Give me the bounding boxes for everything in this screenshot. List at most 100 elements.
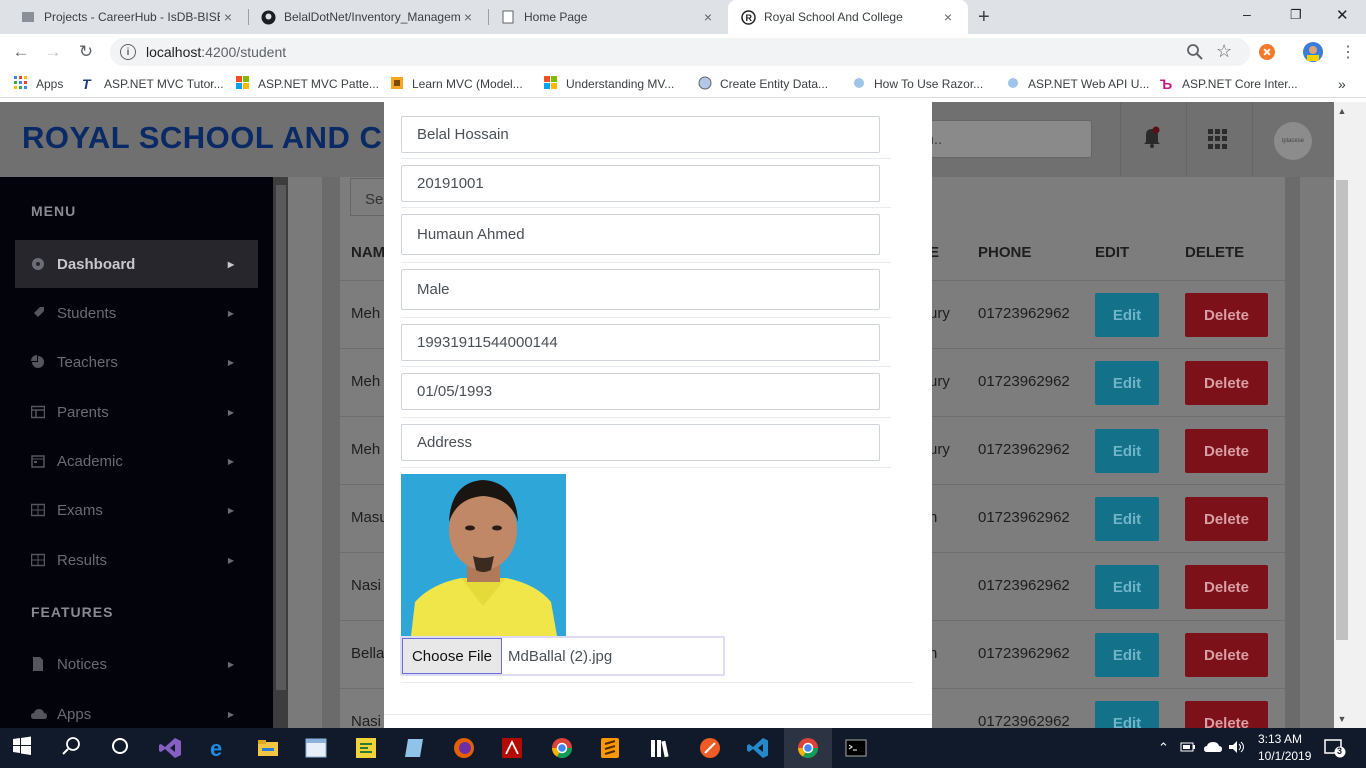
minimize-button[interactable]: – bbox=[1243, 6, 1251, 22]
scroll-up-icon[interactable]: ▲ bbox=[1336, 106, 1348, 116]
bell-icon[interactable] bbox=[1142, 126, 1162, 148]
edit-button[interactable]: Edit bbox=[1095, 293, 1159, 337]
visual-studio-icon[interactable] bbox=[158, 736, 182, 760]
sidebar-item-teachers[interactable]: Teachers ▶ bbox=[15, 338, 258, 386]
scroll-down-icon[interactable]: ▼ bbox=[1336, 714, 1348, 724]
sublime-text-icon[interactable] bbox=[598, 736, 622, 760]
close-icon[interactable]: × bbox=[940, 9, 956, 25]
app-title[interactable]: ROYAL SCHOOL AND C bbox=[22, 120, 382, 156]
forward-arrow-icon[interactable]: → bbox=[42, 41, 64, 63]
choose-file-button[interactable]: Choose File bbox=[402, 638, 502, 674]
bookmark-item[interactable]: Ъ ASP.NET Core Inter... bbox=[1160, 76, 1298, 92]
bookmark-item[interactable]: T ASP.NET MVC Tutor... bbox=[82, 76, 224, 92]
scrollbar-thumb[interactable] bbox=[1336, 180, 1348, 640]
maximize-button[interactable]: ❐ bbox=[1290, 7, 1302, 23]
volume-icon[interactable] bbox=[1228, 740, 1246, 757]
reload-icon[interactable]: ↻ bbox=[75, 41, 97, 63]
sidebar-item-results[interactable]: Results ▶ bbox=[15, 536, 258, 584]
sidebar-item-apps[interactable]: Apps ▶ bbox=[15, 690, 258, 728]
firefox-icon[interactable] bbox=[452, 736, 476, 760]
edit-button[interactable]: Edit bbox=[1095, 361, 1159, 405]
address-field[interactable]: Address bbox=[401, 424, 880, 461]
sidebar-item-academic[interactable]: Academic ▶ bbox=[15, 437, 258, 485]
father-name-field[interactable]: Humaun Ahmed bbox=[401, 214, 880, 255]
chrome-icon[interactable] bbox=[796, 736, 820, 760]
postman-icon[interactable] bbox=[698, 736, 722, 760]
file-upload[interactable]: Choose File MdBallal (2).jpg bbox=[400, 636, 725, 676]
file-explorer-icon[interactable] bbox=[256, 736, 280, 760]
bookmark-item[interactable]: ASP.NET Web API U... bbox=[1006, 76, 1149, 92]
scrollbar-thumb[interactable] bbox=[276, 185, 286, 690]
gender-field[interactable]: Male bbox=[401, 269, 880, 310]
windows-start-icon[interactable] bbox=[12, 736, 36, 760]
delete-button[interactable]: Delete bbox=[1185, 497, 1268, 541]
clock-date[interactable]: 10/1/2019 bbox=[1258, 749, 1311, 763]
extension-icon[interactable] bbox=[1258, 43, 1276, 66]
edit-button[interactable]: Edit bbox=[1095, 701, 1159, 728]
delete-button[interactable]: Delete bbox=[1185, 429, 1268, 473]
chrome-icon[interactable] bbox=[550, 736, 574, 760]
edge-icon[interactable]: e bbox=[208, 736, 232, 761]
page-scrollbar[interactable]: ▲ ▼ bbox=[1334, 102, 1366, 728]
more-menu-icon[interactable]: ⋮ bbox=[1340, 42, 1356, 62]
student-id-field[interactable]: 20191001 bbox=[401, 165, 880, 202]
edit-button[interactable]: Edit bbox=[1095, 497, 1159, 541]
name-field[interactable]: Belal Hossain bbox=[401, 116, 880, 153]
edit-button[interactable]: Edit bbox=[1095, 633, 1159, 677]
window-close-button[interactable]: ✕ bbox=[1336, 6, 1349, 24]
bookmark-star-icon[interactable]: ☆ bbox=[1216, 41, 1232, 62]
profile-avatar-icon[interactable] bbox=[1302, 41, 1324, 68]
adobe-reader-icon[interactable] bbox=[500, 736, 524, 760]
project-tool-icon[interactable] bbox=[354, 736, 378, 760]
bookmark-item[interactable]: Understanding MV... bbox=[544, 76, 674, 92]
delete-button[interactable]: Delete bbox=[1185, 565, 1268, 609]
onedrive-cloud-icon[interactable] bbox=[1204, 740, 1222, 757]
terminal-icon[interactable] bbox=[844, 736, 868, 760]
vscode-icon[interactable] bbox=[746, 736, 770, 760]
notification-center-icon[interactable]: 3 bbox=[1324, 738, 1346, 758]
bookmarks-overflow-button[interactable]: » bbox=[1338, 76, 1346, 92]
close-icon[interactable]: × bbox=[700, 9, 716, 25]
bookmark-item[interactable]: Learn MVC (Model... bbox=[390, 76, 523, 92]
tab-royal-school[interactable]: R Royal School And College × bbox=[728, 0, 968, 34]
address-bar[interactable]: i localhost:4200/student bbox=[110, 38, 1250, 66]
sidebar-item-label: Teachers bbox=[57, 353, 118, 371]
date-of-birth-field[interactable]: 01/05/1993 bbox=[401, 373, 880, 410]
battery-icon[interactable] bbox=[1180, 740, 1196, 757]
delete-button[interactable]: Delete bbox=[1185, 633, 1268, 677]
close-icon[interactable]: × bbox=[460, 9, 476, 25]
grid-menu-icon[interactable] bbox=[1208, 129, 1228, 149]
tab-github[interactable]: BelalDotNet/Inventory_Management × bbox=[248, 0, 488, 34]
notebook-icon[interactable] bbox=[402, 736, 426, 760]
cortana-icon[interactable] bbox=[110, 736, 134, 760]
back-arrow-icon[interactable]: ← bbox=[10, 41, 32, 63]
bookmark-item[interactable]: Create Entity Data... bbox=[698, 76, 828, 92]
bookmark-item[interactable]: ASP.NET MVC Patte... bbox=[236, 76, 379, 92]
edit-button[interactable]: Edit bbox=[1095, 565, 1159, 609]
search-icon[interactable] bbox=[62, 736, 86, 760]
avatar[interactable]: iplacese bbox=[1274, 122, 1312, 160]
bookmark-item[interactable]: How To Use Razor... bbox=[852, 76, 983, 92]
tab-home-page[interactable]: Home Page × bbox=[488, 0, 728, 34]
delete-button[interactable]: Delete bbox=[1185, 701, 1268, 728]
zoom-icon[interactable] bbox=[1186, 43, 1204, 66]
sidebar-item-exams[interactable]: Exams ▶ bbox=[15, 486, 258, 534]
delete-button[interactable]: Delete bbox=[1185, 293, 1268, 337]
sidebar-item-notices[interactable]: Notices ▶ bbox=[15, 640, 258, 688]
info-icon[interactable]: i bbox=[120, 44, 136, 60]
bookmark-apps[interactable]: Apps bbox=[14, 76, 63, 92]
sidebar-item-students[interactable]: Students ▶ bbox=[15, 289, 258, 337]
sidebar-scrollbar[interactable] bbox=[273, 177, 288, 728]
books-icon[interactable] bbox=[648, 736, 672, 760]
delete-button[interactable]: Delete bbox=[1185, 361, 1268, 405]
edit-button[interactable]: Edit bbox=[1095, 429, 1159, 473]
sidebar-item-dashboard[interactable]: Dashboard ▶ bbox=[15, 240, 258, 288]
close-icon[interactable]: × bbox=[220, 9, 236, 25]
chevron-up-icon[interactable]: ⌃ bbox=[1158, 740, 1169, 756]
window-app-icon[interactable] bbox=[304, 736, 328, 760]
clock-time[interactable]: 3:13 AM bbox=[1258, 732, 1302, 746]
nid-field[interactable]: 19931911544000144 bbox=[401, 324, 880, 361]
tab-careerhub[interactable]: Projects - CareerHub - IsDB-BISEW × bbox=[8, 0, 248, 34]
sidebar-item-parents[interactable]: Parents ▶ bbox=[15, 388, 258, 436]
new-tab-button[interactable]: + bbox=[978, 6, 990, 29]
